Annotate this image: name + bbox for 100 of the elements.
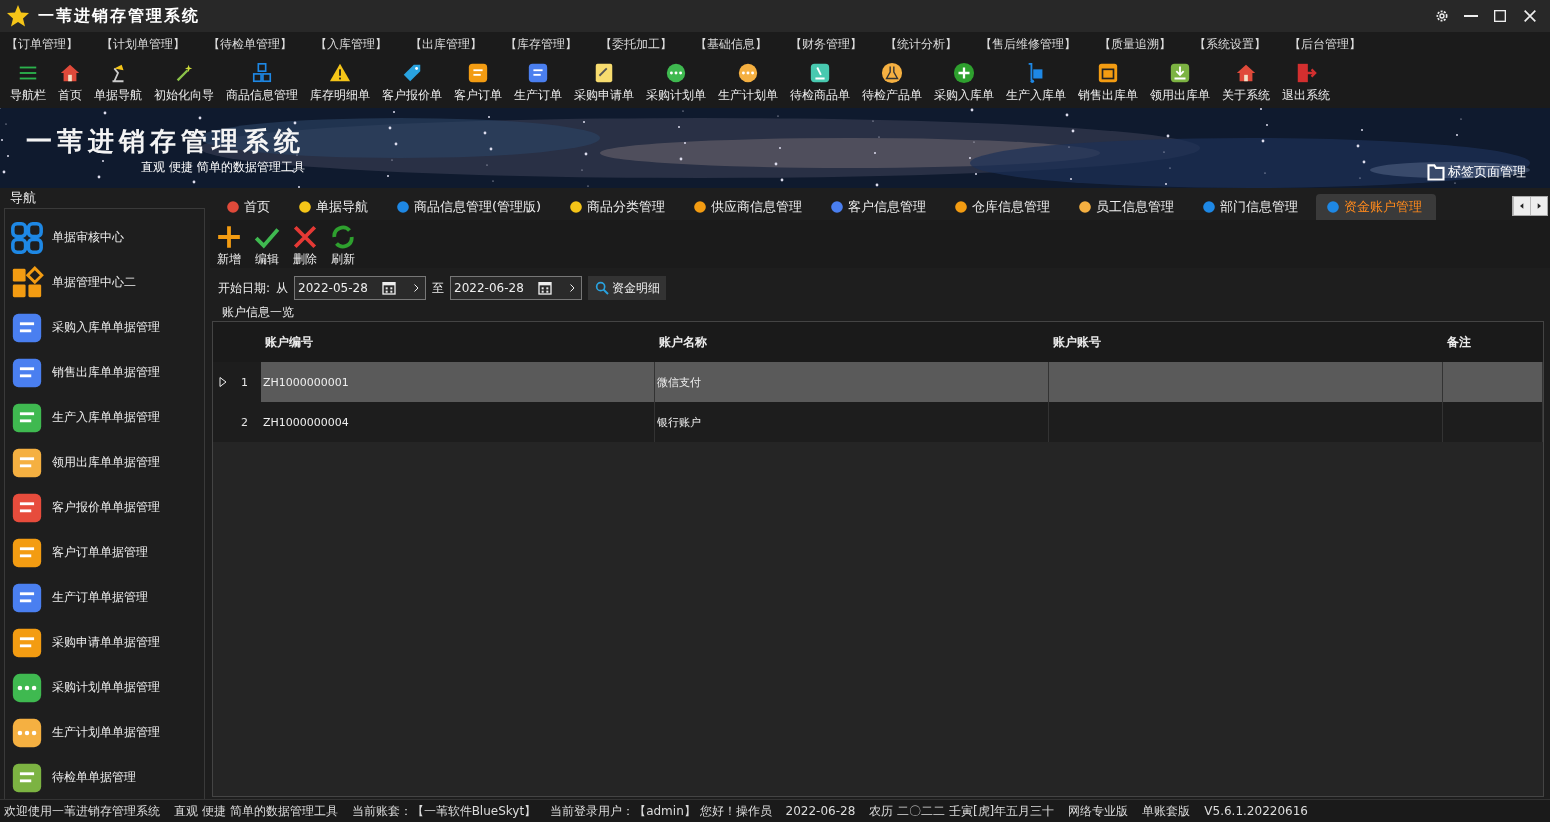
- toolbar-button[interactable]: 导航栏: [4, 62, 52, 104]
- calendar-icon: [380, 280, 397, 296]
- sidebar-item[interactable]: 领用出库单单据管理: [52, 454, 160, 471]
- folder-icon: [1426, 162, 1446, 182]
- tab-icon: [693, 200, 708, 214]
- tab[interactable]: 员工信息管理: [1068, 194, 1189, 220]
- toolbar-button[interactable]: 生产订单: [508, 62, 568, 104]
- sidebar-item[interactable]: 待检单单据管理: [52, 769, 136, 786]
- action-button[interactable]: 刷新: [328, 224, 358, 268]
- menu-item[interactable]: 【系统设置】: [1194, 35, 1266, 53]
- menu-item[interactable]: 【入库管理】: [315, 35, 387, 53]
- action-button[interactable]: 删除: [290, 224, 320, 268]
- toolbar-button[interactable]: 商品信息管理: [220, 62, 304, 104]
- chat-icon: [737, 62, 759, 84]
- toolbar-button[interactable]: 单据导航: [88, 62, 148, 104]
- settings-icon: [1434, 8, 1450, 24]
- sidebar-item[interactable]: 生产入库单单据管理: [52, 409, 160, 426]
- toolbar-button[interactable]: 采购申请单: [568, 62, 640, 104]
- flask-icon: [881, 62, 903, 84]
- menu-item[interactable]: 【统计分析】: [885, 35, 957, 53]
- sidebar-item[interactable]: 客户订单单据管理: [52, 544, 148, 561]
- toolbar-button[interactable]: 关于系统: [1216, 62, 1276, 104]
- toolbar-button[interactable]: 待检商品单: [784, 62, 856, 104]
- menu-item[interactable]: 【后台管理】: [1289, 35, 1361, 53]
- toolbar-button[interactable]: 待检产品单: [856, 62, 928, 104]
- tab[interactable]: 供应商信息管理: [683, 194, 817, 220]
- minimize-icon: [1464, 15, 1478, 17]
- end-date-field[interactable]: 2022-06-28: [450, 276, 583, 300]
- menu-item[interactable]: 【库存管理】: [505, 35, 577, 53]
- tab[interactable]: 单据导航: [288, 194, 382, 220]
- sidebar-item[interactable]: 采购计划单单据管理: [52, 679, 160, 696]
- menu-item[interactable]: 【售后维修管理】: [980, 35, 1076, 53]
- status-text: 单账套版: [1142, 802, 1191, 820]
- note-icon: [593, 62, 615, 84]
- sidebar-item[interactable]: 客户报价单单据管理: [52, 499, 160, 516]
- tab-icon: [1078, 200, 1093, 214]
- star-icon: [6, 4, 30, 28]
- document-icon: [527, 62, 549, 84]
- toolbar-button[interactable]: 生产入库单: [1000, 62, 1072, 104]
- tab[interactable]: 商品信息管理(管理版): [386, 194, 556, 220]
- menu-item[interactable]: 【财务管理】: [790, 35, 862, 53]
- action-button[interactable]: 新增: [214, 224, 244, 268]
- tab[interactable]: 客户信息管理: [820, 194, 941, 220]
- banner-title: 一苇进销存管理系统: [26, 125, 305, 158]
- menu-item[interactable]: 【订单管理】: [6, 35, 78, 53]
- tab[interactable]: 首页: [216, 194, 284, 220]
- table-row[interactable]: 2 ZH1000000004 银行账户: [213, 402, 1543, 442]
- tab[interactable]: 商品分类管理: [559, 194, 680, 220]
- tab[interactable]: 仓库信息管理: [944, 194, 1065, 220]
- tag-icon: [401, 62, 423, 84]
- menu-item[interactable]: 【出库管理】: [410, 35, 482, 53]
- column-header: 备注: [1447, 333, 1471, 351]
- group-title: 账户信息一览: [221, 304, 295, 321]
- table-cell: ZH1000000004: [263, 415, 349, 429]
- grid-icon: [10, 265, 44, 300]
- sidebar-item[interactable]: 销售出库单单据管理: [52, 364, 160, 381]
- warning-icon: [329, 62, 351, 84]
- action-button[interactable]: 编辑: [252, 224, 282, 268]
- column-header: 账户账号: [1053, 333, 1101, 351]
- toolbar-button[interactable]: 销售出库单: [1072, 62, 1144, 104]
- window-title: 一苇进销存管理系统: [38, 5, 201, 27]
- house-icon: [1235, 62, 1257, 84]
- sidebar-item[interactable]: 生产计划单单据管理: [52, 724, 160, 741]
- toolbar-button[interactable]: 首页: [52, 62, 88, 104]
- toolbar-button[interactable]: 采购入库单: [928, 62, 1000, 104]
- table-cell: ZH1000000001: [263, 375, 349, 389]
- status-text: 当前登录用户：【admin】 您好！操作员: [550, 802, 772, 820]
- tab[interactable]: 资金账户管理: [1316, 194, 1437, 220]
- toolbar-button[interactable]: 客户订单: [448, 62, 508, 104]
- menu-item[interactable]: 【质量追溯】: [1099, 35, 1171, 53]
- toolbar-button[interactable]: 库存明细单: [304, 62, 376, 104]
- toolbar-button[interactable]: 生产计划单: [712, 62, 784, 104]
- sidebar-item[interactable]: 采购入库单单据管理: [52, 319, 160, 336]
- toolbar-button[interactable]: 客户报价单: [376, 62, 448, 104]
- start-date-field[interactable]: 2022-05-28: [294, 276, 427, 300]
- box-icon: [1097, 62, 1119, 84]
- maximize-icon: [1492, 8, 1508, 24]
- status-text: 直观 便捷 简单的数据管理工具: [174, 802, 338, 820]
- from-label: 从: [276, 279, 289, 297]
- table-row[interactable]: 1 ZH1000000001 微信支付: [213, 362, 1543, 402]
- tab[interactable]: 部门信息管理: [1192, 194, 1313, 220]
- sidebar-item[interactable]: 单据审核中心: [52, 229, 124, 246]
- download-icon: [1169, 62, 1191, 84]
- menu-item[interactable]: 【委托加工】: [600, 35, 672, 53]
- status-text: 当前账套：【一苇软件BlueSkyt】: [351, 802, 537, 820]
- toolbar-button[interactable]: 采购计划单: [640, 62, 712, 104]
- tab-manager-button[interactable]: 标签页面管理: [1426, 162, 1526, 182]
- menu-item[interactable]: 【基础信息】: [695, 35, 767, 53]
- sidebar-item[interactable]: 单据管理中心二: [52, 274, 136, 291]
- calendar-icon: [536, 280, 553, 296]
- toolbar-button[interactable]: 初始化向导: [148, 62, 220, 104]
- cross-icon: [292, 224, 318, 250]
- fund-details-button[interactable]: 资金明细: [588, 276, 667, 300]
- sidebar-item[interactable]: 生产订单单据管理: [52, 589, 148, 606]
- toolbar-button[interactable]: 退出系统: [1276, 62, 1336, 104]
- row-number: 1: [241, 375, 248, 389]
- toolbar-button[interactable]: 领用出库单: [1144, 62, 1216, 104]
- menu-item[interactable]: 【计划单管理】: [101, 35, 185, 53]
- menu-item[interactable]: 【待检单管理】: [208, 35, 292, 53]
- sidebar-item[interactable]: 采购申请单单据管理: [52, 634, 160, 651]
